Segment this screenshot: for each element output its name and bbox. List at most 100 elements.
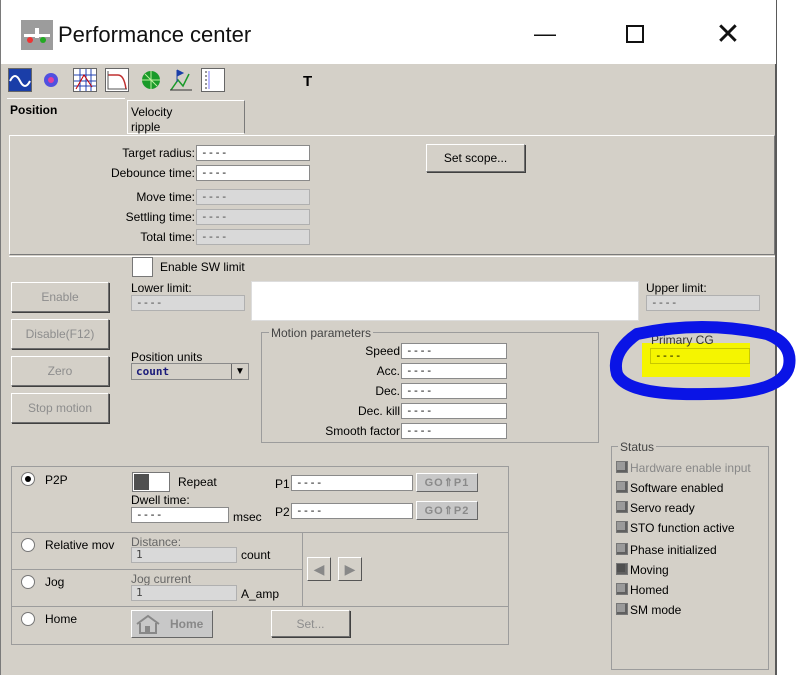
acc-label: Acc. [376, 364, 400, 378]
list-tool-icon[interactable] [201, 68, 225, 92]
annotation-circle [610, 321, 796, 401]
close-button[interactable]: ✕ [705, 14, 751, 54]
status-led [616, 521, 628, 533]
status-item-hardware-enable: Hardware enable input [630, 461, 751, 475]
arrow-left-icon: ◀ [313, 560, 325, 577]
modes-divider-1 [11, 532, 509, 533]
dwell-time-label: Dwell time: [131, 493, 190, 507]
p2-field[interactable]: ---- [291, 503, 413, 519]
target-radius-label: Target radius: [122, 146, 195, 160]
debounce-time-field[interactable]: ---- [196, 165, 310, 181]
chevron-down-icon[interactable]: ▼ [231, 364, 248, 379]
status-group [611, 446, 769, 670]
text-tool[interactable]: T [303, 73, 312, 90]
maximize-icon [626, 25, 644, 43]
relative-mov-label: Relative mov [45, 538, 115, 552]
jog-current-field[interactable]: 1 [131, 585, 237, 601]
target-tool-icon[interactable] [39, 68, 63, 92]
status-item-servo-ready: Servo ready [630, 501, 695, 515]
p1-field[interactable]: ---- [291, 475, 413, 491]
status-item-sto-active: STO function active [630, 521, 735, 535]
minimize-icon: — [534, 21, 556, 46]
position-units-select[interactable]: count ▼ [131, 363, 249, 380]
position-units-label: Position units [131, 350, 203, 364]
arrow-right-icon: ▶ [344, 560, 356, 577]
lower-limit-field[interactable]: ---- [131, 295, 245, 311]
target-radius-field[interactable]: ---- [196, 145, 310, 161]
speed-field[interactable]: ---- [401, 343, 507, 359]
relative-mov-radio[interactable] [21, 538, 35, 552]
settling-time-value: ---- [196, 209, 310, 225]
zero-button[interactable]: Zero [11, 356, 109, 386]
limit-slider-area[interactable] [251, 281, 639, 321]
grid-tool-icon[interactable] [73, 68, 97, 92]
status-title: Status [618, 440, 657, 454]
curve-tool-icon[interactable] [105, 68, 129, 92]
dec-kill-label: Dec. kill [357, 404, 400, 418]
modes-divider-2 [11, 569, 303, 570]
status-led [616, 563, 628, 575]
lower-limit-label: Lower limit: [131, 281, 192, 295]
jog-current-unit: A_amp [241, 587, 280, 601]
performance-center-window: Performance center — ✕ T Position Veloci… [0, 0, 796, 675]
dwell-time-unit: msec [233, 510, 262, 524]
dec-label: Dec. [375, 384, 400, 398]
dec-kill-field[interactable]: ---- [401, 403, 507, 419]
speed-label: Speed [365, 344, 400, 358]
distance-field[interactable]: 1 [131, 547, 237, 563]
distance-unit: count [241, 548, 271, 562]
home-radio[interactable] [21, 612, 35, 626]
go-p2-button[interactable]: GO⇑P2 [416, 501, 478, 520]
enable-sw-limit-checkbox[interactable] [132, 257, 153, 277]
smooth-factor-field[interactable]: ---- [401, 423, 507, 439]
status-led [616, 543, 628, 555]
waveform-tool-icon[interactable] [8, 68, 32, 92]
home-set-button[interactable]: Set... [271, 610, 350, 637]
status-item-moving: Moving [630, 563, 669, 577]
status-led [616, 583, 628, 595]
dwell-time-field[interactable]: ---- [131, 507, 229, 523]
tab-velocity-ripple-label: Velocity ripple [131, 105, 173, 134]
flag-tool-icon[interactable] [169, 68, 193, 92]
jog-radio[interactable] [21, 575, 35, 589]
debounce-time-label: Debounce time: [110, 166, 195, 180]
smooth-factor-label: Smooth factor [325, 424, 400, 438]
app-icon [21, 20, 53, 50]
stop-motion-button[interactable]: Stop motion [11, 393, 109, 423]
move-time-label: Move time: [136, 190, 195, 204]
scope-tool-icon[interactable] [139, 68, 163, 92]
home-button-label: Home [170, 617, 204, 631]
p1-label: P1 [275, 477, 290, 491]
dec-field[interactable]: ---- [401, 383, 507, 399]
upper-limit-field[interactable]: ---- [646, 295, 760, 311]
enable-button[interactable]: Enable [11, 282, 109, 312]
disable-button[interactable]: Disable(F12) [11, 319, 109, 349]
p2p-radio[interactable] [21, 472, 35, 486]
repeat-toggle[interactable] [132, 472, 170, 492]
p2-label: P2 [275, 505, 290, 519]
close-icon: ✕ [715, 17, 741, 51]
minimize-button[interactable]: — [522, 14, 568, 54]
tab-velocity-ripple[interactable]: Velocity ripple [127, 100, 245, 134]
go-p1-button[interactable]: GO⇑P1 [416, 473, 478, 492]
p2p-label: P2P [45, 473, 68, 487]
tab-position-label: Position [10, 103, 58, 117]
acc-field[interactable]: ---- [401, 363, 507, 379]
maximize-button[interactable] [612, 14, 658, 54]
tab-position[interactable]: Position [7, 98, 125, 137]
jog-right-button[interactable]: ▶ [338, 557, 362, 581]
home-button[interactable]: Home [131, 610, 213, 638]
status-led [616, 501, 628, 513]
jog-label: Jog [45, 575, 65, 589]
home-label: Home [45, 612, 78, 626]
motion-parameters-title: Motion parameters [269, 326, 374, 340]
modes-divider-4 [302, 532, 303, 606]
status-item-phase-initialized: Phase initialized [630, 543, 717, 557]
enable-sw-limit-label: Enable SW limit [160, 260, 245, 274]
status-item-sm-mode: SM mode [630, 603, 682, 617]
jog-left-button[interactable]: ◀ [307, 557, 331, 581]
title-bar: Performance center — ✕ [1, 0, 776, 64]
set-scope-button[interactable]: Set scope... [426, 144, 525, 172]
window-title: Performance center [58, 22, 252, 47]
repeat-toggle-knob [134, 474, 149, 490]
